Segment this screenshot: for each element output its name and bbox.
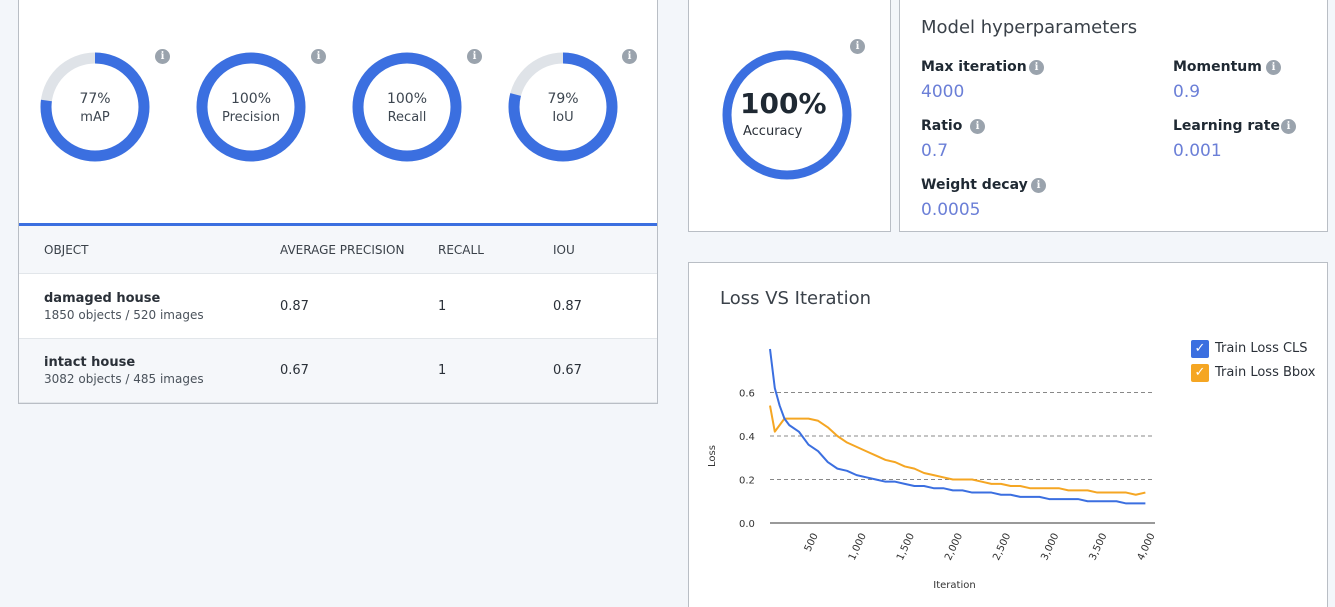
x-tick-label: 2,500 [991, 532, 1013, 563]
learning-rate-info-icon[interactable]: i [1281, 119, 1296, 134]
y-tick-label: 0.0 [739, 519, 755, 530]
metric-value: 77% [79, 91, 111, 107]
col-header-ap[interactable]: AVERAGE PRECISION [280, 243, 404, 257]
x-tick-label: 1,500 [895, 532, 917, 563]
x-tick-label: 1,000 [847, 532, 869, 563]
col-header-iou[interactable]: IOU [553, 243, 575, 257]
metrics-panel: 77% mAP i 100% Precision i 100% Recall i… [18, 0, 658, 404]
table-header: OBJECT AVERAGE PRECISION RECALL IOU [19, 226, 657, 274]
col-header-object[interactable]: OBJECT [44, 243, 89, 257]
iou-info-icon[interactable]: i [622, 49, 637, 64]
x-tick-label: 500 [803, 532, 821, 554]
iou-value: 0.87 [553, 299, 582, 314]
hp-label-ratio: Ratio [921, 118, 963, 134]
hp-value-ratio: 0.7 [921, 141, 949, 161]
metric-donut-precision: 100% Precision [195, 51, 307, 163]
ratio-info-icon[interactable]: i [970, 119, 985, 134]
legend-label: Train Loss Bbox [1215, 365, 1316, 380]
object-name: intact house [44, 355, 136, 370]
x-tick-label: 3,500 [1088, 532, 1110, 563]
metric-ring [196, 52, 306, 162]
x-tick-label: 4,000 [1136, 532, 1158, 563]
hp-value-momentum: 0.9 [1173, 82, 1201, 102]
metric-label: IoU [552, 110, 574, 125]
metric-value: 100% [230, 91, 272, 107]
iou-value: 0.67 [553, 363, 582, 378]
accuracy-label: Accuracy [743, 124, 803, 139]
metric-label: Recall [387, 110, 427, 125]
metric-ring [352, 52, 462, 162]
precision-info-icon[interactable]: i [311, 49, 326, 64]
hyperparameters-title: Model hyperparameters [921, 17, 1138, 38]
hyperparameters-panel: Model hyperparameters Max iteration i 40… [899, 0, 1328, 232]
hp-label-momentum: Momentum [1173, 59, 1262, 75]
metric-value: 79% [547, 91, 579, 107]
legend-label: Train Loss CLS [1215, 341, 1308, 356]
x-tick-label: 3,000 [1039, 532, 1061, 563]
max-iteration-info-icon[interactable]: i [1029, 60, 1044, 75]
col-header-recall[interactable]: RECALL [438, 243, 484, 257]
metric-donut-map: 77% mAP [39, 51, 151, 163]
metric-donut-recall: 100% Recall [351, 51, 463, 163]
ap-value: 0.67 [280, 363, 309, 378]
metric-label: mAP [80, 110, 110, 125]
object-name: damaged house [44, 291, 161, 306]
table-row[interactable]: intact house 3082 objects / 485 images 0… [19, 339, 657, 403]
hp-value-weight-decay: 0.0005 [921, 200, 981, 220]
map-info-icon[interactable]: i [155, 49, 170, 64]
y-axis-label: Loss [707, 445, 718, 467]
object-count: 1850 objects / 520 images [44, 308, 204, 322]
recall-value: 1 [438, 299, 447, 314]
y-tick-label: 0.6 [739, 389, 755, 400]
weight-decay-info-icon[interactable]: i [1031, 178, 1046, 193]
accuracy-info-icon[interactable]: i [850, 39, 865, 54]
x-axis-label: Iteration [933, 580, 975, 591]
object-count: 3082 objects / 485 images [44, 372, 204, 386]
accuracy-value: 100% [740, 87, 827, 120]
checkbox-icon[interactable]: ✓ [1191, 364, 1209, 382]
series-line-bbox [769, 405, 1146, 496]
y-tick-label: 0.4 [739, 432, 755, 443]
checkbox-icon[interactable]: ✓ [1191, 340, 1209, 358]
recall-info-icon[interactable]: i [467, 49, 482, 64]
momentum-info-icon[interactable]: i [1266, 60, 1281, 75]
recall-value: 1 [438, 363, 447, 378]
y-tick-label: 0.2 [739, 476, 755, 487]
table-row[interactable]: damaged house 1850 objects / 520 images … [19, 275, 657, 339]
hp-value-learning-rate: 0.001 [1173, 141, 1222, 161]
hp-label-weight-decay: Weight decay [921, 177, 1028, 193]
metric-donut-iou: 79% IoU [507, 51, 619, 163]
loss-chart-panel: Loss VS Iteration ✓ Train Loss CLS ✓ Tra… [688, 262, 1328, 607]
metric-value: 100% [386, 91, 428, 107]
loss-chart: 0.0 0.2 0.4 0.6 500 1,000 1,500 2,000 2,500 3,000… [707, 348, 1158, 591]
ap-value: 0.87 [280, 299, 309, 314]
hp-label-max-iteration: Max iteration [921, 59, 1027, 75]
metric-label: Precision [221, 110, 280, 125]
hp-label-learning-rate: Learning rate [1173, 118, 1280, 134]
hp-value-max-iteration: 4000 [921, 82, 965, 102]
x-tick-label: 2,000 [943, 532, 965, 563]
accuracy-panel: 100% Accuracy i [688, 0, 891, 232]
